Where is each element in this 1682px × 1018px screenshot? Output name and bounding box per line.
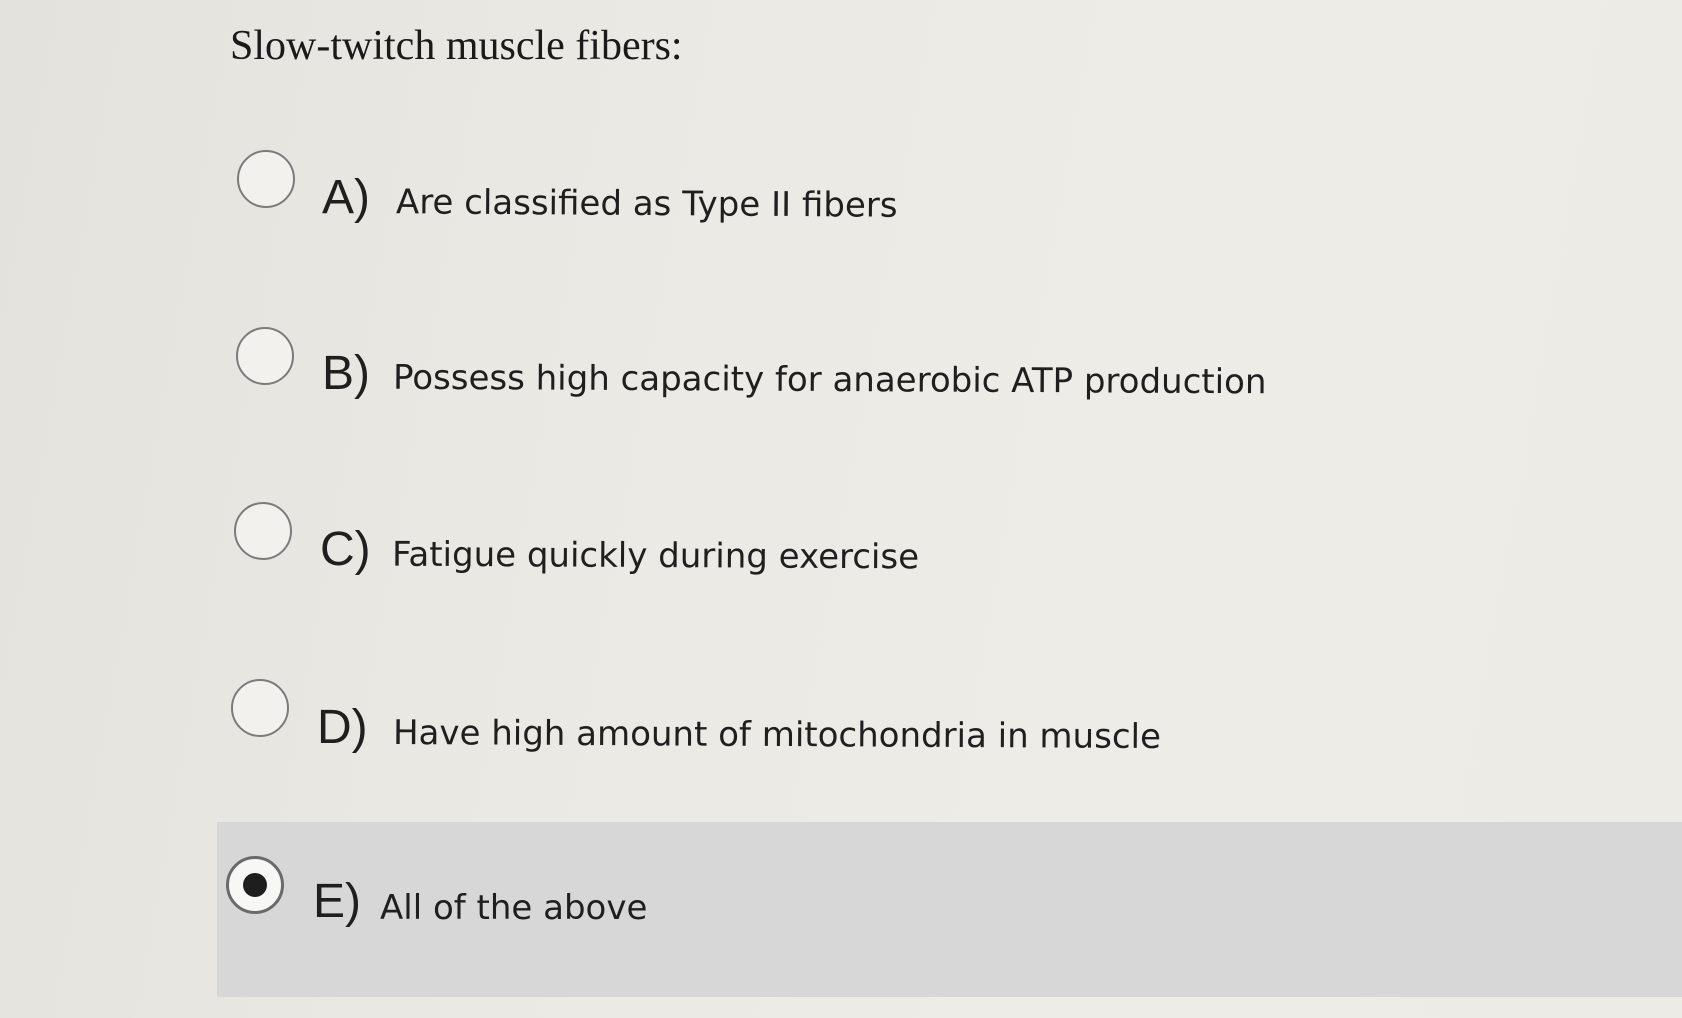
option-d-text: Have high amount of mitochondria in musc… <box>392 712 1162 758</box>
option-e-letter: E) <box>313 875 361 928</box>
option-b-text: Possess high capacity for anaerobic ATP … <box>392 357 1267 403</box>
radio-option-a[interactable] <box>237 150 295 208</box>
radio-option-d[interactable] <box>231 679 289 737</box>
option-a-letter: A) <box>322 171 370 224</box>
radio-option-b[interactable] <box>236 327 294 385</box>
option-a-text: Are classified as Type II fibers <box>395 182 898 226</box>
radio-option-e[interactable] <box>226 856 284 914</box>
option-d-letter: D) <box>317 701 368 754</box>
option-c-letter: C) <box>320 523 371 576</box>
radio-selected-dot-icon <box>243 873 267 897</box>
question-title: Slow-twitch muscle fibers: <box>230 23 683 69</box>
option-c-text: Fatigue quickly during exercise <box>391 534 920 578</box>
option-e-text: All of the above <box>380 888 648 928</box>
radio-option-c[interactable] <box>234 502 292 560</box>
option-b-letter: B) <box>322 347 370 400</box>
